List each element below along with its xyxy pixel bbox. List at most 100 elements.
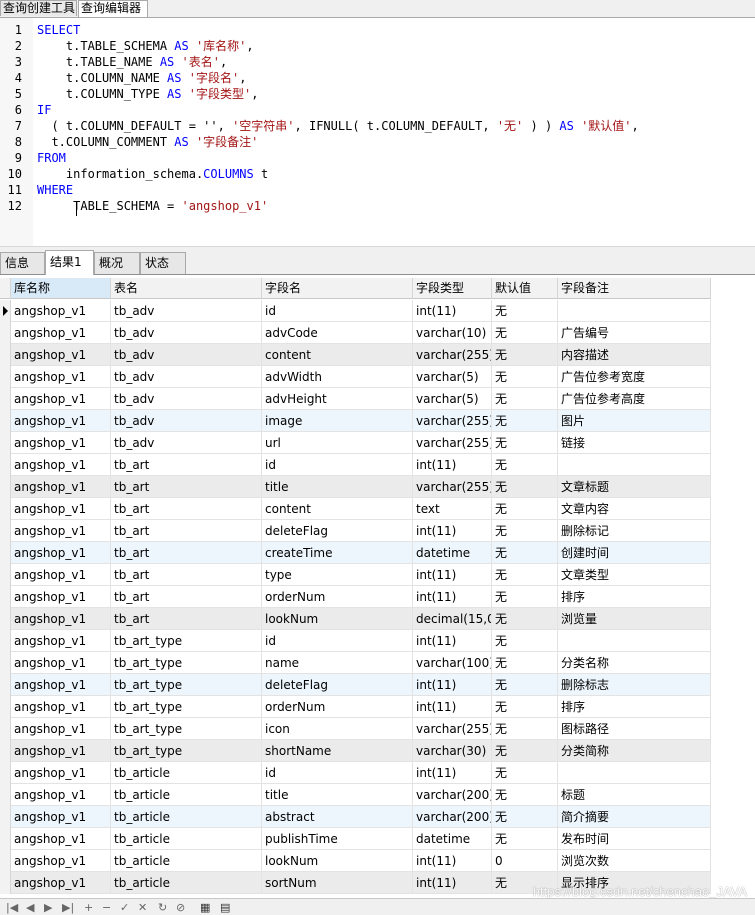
row-indicator[interactable] xyxy=(0,630,11,652)
table-row[interactable]: angshop_v1 tb_adv advCode varchar(10) 无广告编号 xyxy=(0,322,711,344)
table-row[interactable]: angshop_v1 tb_art id int(11) 无 xyxy=(0,454,711,476)
table-cell[interactable]: tb_article xyxy=(111,784,262,806)
table-cell[interactable] xyxy=(558,762,711,784)
table-row[interactable]: angshop_v1 tb_adv id int(11) 无 xyxy=(0,300,711,322)
refresh-icon[interactable]: ↻ xyxy=(158,902,167,914)
row-indicator[interactable] xyxy=(0,586,11,608)
table-cell[interactable]: angshop_v1 xyxy=(11,432,111,454)
table-cell[interactable] xyxy=(558,454,711,476)
table-cell[interactable]: angshop_v1 xyxy=(11,476,111,498)
row-indicator[interactable] xyxy=(0,608,11,630)
table-row[interactable]: angshop_v1 tb_art_type icon varchar(255) 无图标… xyxy=(0,718,711,740)
table-cell[interactable]: angshop_v1 xyxy=(11,498,111,520)
table-cell[interactable]: angshop_v1 xyxy=(11,454,111,476)
code-line[interactable]: TABLE_SCHEMA = 'angshop_v1' xyxy=(37,198,268,214)
table-cell[interactable]: tb_art xyxy=(111,498,262,520)
table-cell[interactable]: int(11) xyxy=(413,564,492,586)
table-cell[interactable]: angshop_v1 xyxy=(11,564,111,586)
table-cell[interactable]: 浏览量 xyxy=(558,608,711,630)
table-cell[interactable]: 广告位参考高度 xyxy=(558,388,711,410)
table-cell[interactable]: 无 xyxy=(492,608,558,630)
table-cell[interactable]: 无 xyxy=(492,366,558,388)
table-cell[interactable]: 无 xyxy=(492,410,558,432)
table-cell[interactable]: tb_adv xyxy=(111,388,262,410)
table-cell[interactable]: angshop_v1 xyxy=(11,630,111,652)
table-cell[interactable]: shortName xyxy=(262,740,413,762)
table-cell[interactable]: icon xyxy=(262,718,413,740)
table-row[interactable]: angshop_v1 tb_adv image varchar(255) 无图片 xyxy=(0,410,711,432)
table-cell[interactable]: tb_adv xyxy=(111,322,262,344)
row-indicator[interactable] xyxy=(0,740,11,762)
table-cell[interactable]: tb_art xyxy=(111,586,262,608)
table-cell[interactable]: 广告编号 xyxy=(558,322,711,344)
row-indicator[interactable] xyxy=(0,432,11,454)
table-cell[interactable]: tb_art_type xyxy=(111,674,262,696)
table-row[interactable]: angshop_v1 tb_article publishTime datetime 无… xyxy=(0,828,711,850)
table-cell[interactable]: tb_article xyxy=(111,850,262,872)
table-cell[interactable]: tb_art xyxy=(111,564,262,586)
table-cell[interactable]: angshop_v1 xyxy=(11,762,111,784)
table-cell[interactable]: 无 xyxy=(492,542,558,564)
table-cell[interactable]: int(11) xyxy=(413,454,492,476)
table-cell[interactable]: name xyxy=(262,652,413,674)
table-cell[interactable]: 标题 xyxy=(558,784,711,806)
table-cell[interactable]: angshop_v1 xyxy=(11,784,111,806)
table-cell[interactable]: angshop_v1 xyxy=(11,850,111,872)
table-cell[interactable] xyxy=(558,300,711,322)
table-row[interactable]: angshop_v1 tb_art_type orderNum int(11) 无排序 xyxy=(0,696,711,718)
tab-info[interactable]: 信息 xyxy=(0,252,45,274)
table-cell[interactable]: int(11) xyxy=(413,762,492,784)
table-row[interactable]: angshop_v1 tb_article lookNum int(11) 0 浏览次数 xyxy=(0,850,711,872)
row-indicator[interactable] xyxy=(0,300,11,322)
table-cell[interactable]: varchar(30) xyxy=(413,740,492,762)
table-cell[interactable]: 无 xyxy=(492,454,558,476)
table-cell[interactable]: datetime xyxy=(413,542,492,564)
table-cell[interactable]: angshop_v1 xyxy=(11,388,111,410)
row-indicator[interactable] xyxy=(0,564,11,586)
table-row[interactable]: angshop_v1 tb_art_type deleteFlag int(11) 无删… xyxy=(0,674,711,696)
table-cell[interactable]: int(11) xyxy=(413,850,492,872)
table-cell[interactable]: tb_art_type xyxy=(111,630,262,652)
sql-editor[interactable]: 1 2 3 4 5 6 7 8 9 10 11 12 SELECT t.TABLE_SCHEMA AS… xyxy=(0,18,755,246)
code-line[interactable]: WHERE xyxy=(37,182,73,198)
table-cell[interactable]: angshop_v1 xyxy=(11,696,111,718)
row-indicator[interactable] xyxy=(0,718,11,740)
table-cell[interactable]: 无 xyxy=(492,564,558,586)
table-cell[interactable]: 浏览次数 xyxy=(558,850,711,872)
table-cell[interactable]: angshop_v1 xyxy=(11,608,111,630)
table-row[interactable]: angshop_v1 tb_adv advWidth varchar(5) 无广告位参考… xyxy=(0,366,711,388)
table-cell[interactable]: orderNum xyxy=(262,696,413,718)
add-record-icon[interactable]: + xyxy=(84,902,93,914)
row-indicator[interactable] xyxy=(0,674,11,696)
table-cell[interactable] xyxy=(558,630,711,652)
table-cell[interactable]: int(11) xyxy=(413,630,492,652)
tab-result1[interactable]: 结果1 xyxy=(45,250,94,275)
last-record-icon[interactable]: ▶| xyxy=(62,902,74,914)
cancel-icon[interactable]: ✕ xyxy=(138,902,147,914)
table-cell[interactable]: sortNum xyxy=(262,872,413,894)
table-cell[interactable]: tb_adv xyxy=(111,300,262,322)
table-cell[interactable]: text xyxy=(413,498,492,520)
code-line[interactable]: t.COLUMN_TYPE AS '字段类型', xyxy=(37,86,259,102)
table-cell[interactable]: 无 xyxy=(492,520,558,542)
column-header[interactable]: 表名 xyxy=(111,278,262,299)
table-cell[interactable]: title xyxy=(262,476,413,498)
row-indicator[interactable] xyxy=(0,366,11,388)
table-row[interactable]: angshop_v1 tb_art content text 无文章内容 xyxy=(0,498,711,520)
table-cell[interactable]: advWidth xyxy=(262,366,413,388)
row-indicator[interactable] xyxy=(0,762,11,784)
table-cell[interactable]: 内容描述 xyxy=(558,344,711,366)
table-cell[interactable]: lookNum xyxy=(262,608,413,630)
table-cell[interactable]: varchar(200) xyxy=(413,806,492,828)
table-cell[interactable]: 无 xyxy=(492,300,558,322)
table-cell[interactable]: 无 xyxy=(492,696,558,718)
row-indicator[interactable] xyxy=(0,498,11,520)
table-cell[interactable]: 分类简称 xyxy=(558,740,711,762)
code-line[interactable]: t.COLUMN_NAME AS '字段名', xyxy=(37,70,247,86)
table-cell[interactable]: varchar(10) xyxy=(413,322,492,344)
row-indicator[interactable] xyxy=(0,652,11,674)
row-indicator[interactable] xyxy=(0,454,11,476)
table-cell[interactable]: 创建时间 xyxy=(558,542,711,564)
code-line[interactable]: ( t.COLUMN_DEFAULT = '', '空字符串', IFNULL(… xyxy=(37,118,638,134)
table-cell[interactable]: angshop_v1 xyxy=(11,740,111,762)
